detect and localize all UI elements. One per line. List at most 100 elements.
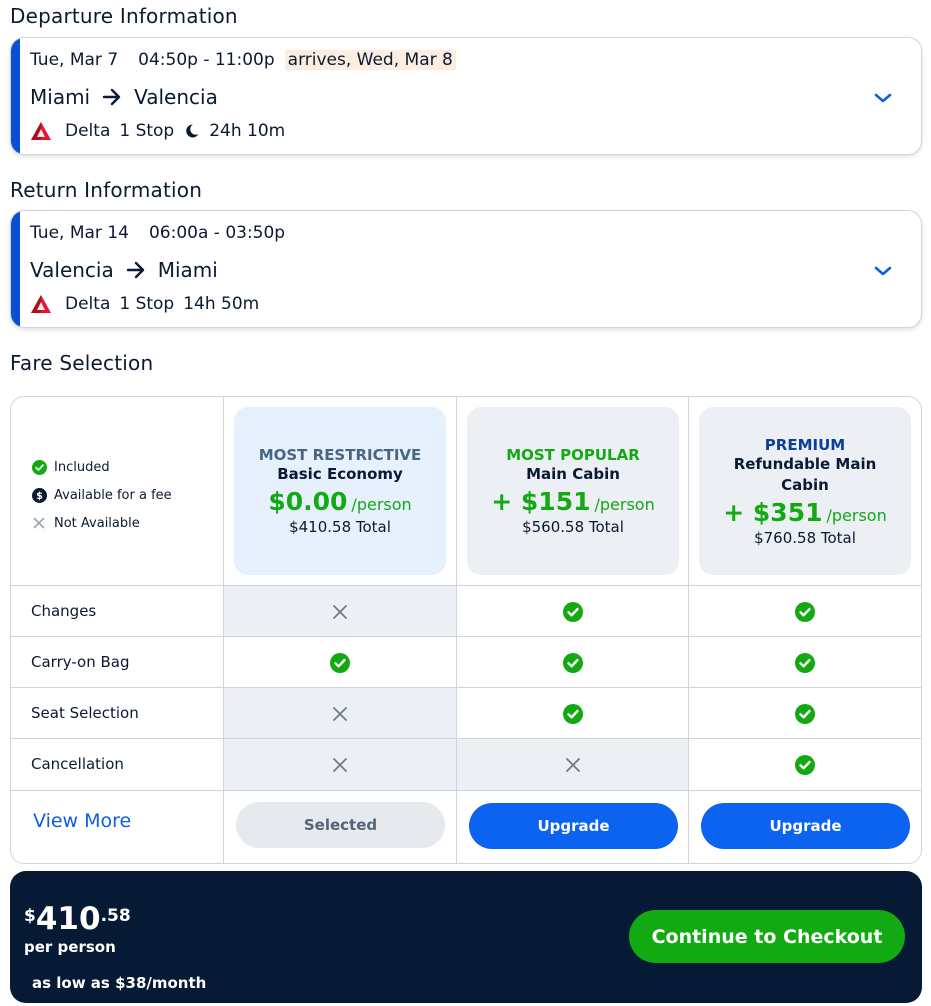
- arrow-right-icon: [102, 88, 122, 106]
- feature-cell: [689, 739, 921, 790]
- x-icon: [332, 757, 348, 773]
- departure-section-title: Departure Information: [10, 4, 238, 28]
- airline-name: Delta: [65, 121, 111, 141]
- check-circle-icon: [563, 601, 583, 622]
- feature-cell: [689, 637, 921, 688]
- price-decimal: .58: [100, 906, 131, 926]
- return-time: 06:00a - 03:50p: [148, 223, 286, 243]
- upgrade-button-refundable[interactable]: Upgrade: [701, 803, 910, 849]
- airline-name: Delta: [65, 294, 111, 314]
- stops-count: 1 Stop: [119, 121, 175, 141]
- fare-tag: PREMIUM: [764, 435, 846, 454]
- legend-fee: $ Available for a fee: [31, 481, 172, 509]
- fare-total: $560.58 Total: [522, 518, 624, 536]
- check-circle-icon: [563, 652, 583, 673]
- fare-name: Main Cabin: [526, 465, 620, 483]
- feature-cell: [457, 637, 689, 688]
- check-circle-icon: [330, 652, 350, 673]
- row-divider: [11, 687, 921, 688]
- feature-cell: [224, 688, 456, 739]
- departure-route: Miami Valencia: [30, 84, 218, 110]
- fare-card-main-cabin[interactable]: MOST POPULAR Main Cabin + $151/person $5…: [467, 407, 679, 575]
- check-circle-icon: [563, 703, 583, 724]
- fare-comparison-table: Included $ Available for a fee Not Avail…: [10, 396, 922, 864]
- continue-to-checkout-button[interactable]: Continue to Checkout: [629, 910, 905, 963]
- fare-tag: MOST POPULAR: [506, 446, 640, 464]
- feature-cell: [457, 739, 689, 790]
- upgrade-button-main-cabin[interactable]: Upgrade: [469, 803, 678, 849]
- column-divider: [688, 397, 689, 863]
- fare-legend: Included $ Available for a fee Not Avail…: [31, 453, 172, 537]
- destination-city: Miami: [157, 258, 218, 282]
- card-accent-bar: [11, 38, 20, 154]
- departure-details: Delta 1 Stop 24h 10m: [30, 120, 285, 142]
- chevron-down-icon[interactable]: [873, 88, 893, 108]
- row-divider: [11, 636, 921, 637]
- legend-included-label: Included: [54, 459, 110, 475]
- row-divider: [11, 790, 921, 791]
- departure-date: Tue, Mar 7: [30, 50, 119, 70]
- feature-cell: [457, 688, 689, 739]
- check-circle-icon: [31, 459, 47, 475]
- return-flight-card[interactable]: Tue, Mar 14 06:00a - 03:50p Valencia Mia…: [10, 210, 922, 328]
- feature-label-cancellation: Cancellation: [31, 754, 124, 773]
- stops-count: 1 Stop: [119, 294, 175, 314]
- flight-duration: 14h 50m: [183, 294, 260, 314]
- arrow-right-icon: [126, 261, 146, 279]
- feature-cell: [224, 739, 456, 790]
- fare-card-basic-economy[interactable]: MOST RESTRICTIVE Basic Economy $0.00/per…: [234, 407, 446, 575]
- feature-cell: [689, 688, 921, 739]
- fare-name: Refundable Main Cabin: [733, 454, 877, 494]
- per-person-label: per person: [24, 938, 116, 956]
- view-more-link[interactable]: View More: [33, 810, 131, 832]
- fare-total: $410.58 Total: [289, 518, 391, 536]
- check-circle-icon: [795, 652, 815, 673]
- svg-text:$: $: [36, 490, 43, 501]
- delta-logo-icon: [30, 121, 52, 141]
- fare-name: Basic Economy: [277, 465, 403, 483]
- x-icon: [332, 706, 348, 722]
- departure-flight-card[interactable]: Tue, Mar 7 04:50p - 11:00p arrives, Wed,…: [10, 37, 922, 155]
- column-divider: [223, 397, 224, 863]
- return-section-title: Return Information: [10, 178, 203, 202]
- check-circle-icon: [795, 754, 815, 775]
- return-date-row: Tue, Mar 14 06:00a - 03:50p: [30, 221, 285, 245]
- feature-label-carry-on-bag: Carry-on Bag: [31, 652, 130, 671]
- flight-duration: 24h 10m: [209, 121, 286, 141]
- feature-cell: [457, 586, 689, 637]
- return-route: Valencia Miami: [30, 257, 218, 283]
- checkout-bar: $ 410 .58 per person as low as $38/month…: [10, 871, 922, 1003]
- price-integer: 410: [35, 901, 101, 937]
- delta-logo-icon: [30, 294, 52, 314]
- feature-cell: [689, 586, 921, 637]
- legend-not-available: Not Available: [31, 509, 172, 537]
- arrival-note: arrives, Wed, Mar 8: [284, 50, 456, 70]
- selected-button[interactable]: Selected: [236, 802, 445, 848]
- moon-icon: [184, 123, 200, 139]
- check-circle-icon: [795, 703, 815, 724]
- check-circle-icon: [795, 601, 815, 622]
- fare-card-refundable-main-cabin[interactable]: PREMIUM Refundable Main Cabin + $351/per…: [699, 407, 911, 575]
- origin-city: Valencia: [30, 258, 114, 282]
- legend-not-available-label: Not Available: [54, 515, 140, 531]
- x-icon: [565, 757, 581, 773]
- chevron-down-icon[interactable]: [873, 261, 893, 281]
- dollar-circle-icon: $: [31, 487, 47, 503]
- fare-price: + $151/person: [491, 487, 655, 516]
- return-date: Tue, Mar 14: [30, 223, 129, 243]
- x-icon: [31, 515, 47, 531]
- fare-tag: MOST RESTRICTIVE: [258, 446, 422, 464]
- row-divider: [11, 738, 921, 739]
- departure-date-row: Tue, Mar 7 04:50p - 11:00p arrives, Wed,…: [30, 48, 456, 72]
- return-details: Delta 1 Stop 14h 50m: [30, 293, 259, 315]
- x-icon: [332, 604, 348, 620]
- card-accent-bar: [11, 211, 20, 327]
- destination-city: Valencia: [134, 85, 218, 109]
- fare-price: + $351/person: [723, 497, 887, 527]
- column-divider: [456, 397, 457, 863]
- financing-note[interactable]: as low as $38/month: [32, 974, 206, 992]
- departure-time: 04:50p - 11:00p: [138, 50, 275, 70]
- price-currency: $: [24, 906, 36, 926]
- feature-label-seat-selection: Seat Selection: [31, 703, 139, 722]
- feature-cell: [224, 586, 456, 637]
